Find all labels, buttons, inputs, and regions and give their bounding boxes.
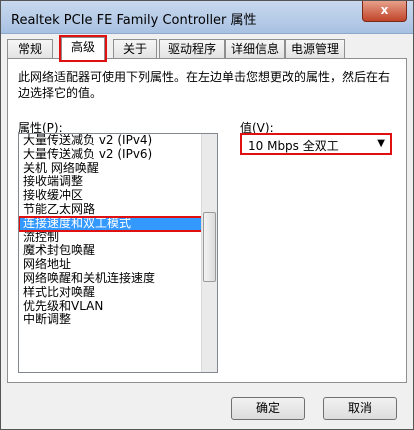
tab-advanced[interactable]: 高级 [59,35,107,62]
value-dropdown-selected: 10 Mbps 全双工 [248,139,339,153]
property-listbox[interactable]: 大量传送减负 v2 (IPv4) 大量传送减负 v2 (IPv6) 关机 网络唤醒接… [18,133,218,373]
property-list-item[interactable]: 接收端调整 [19,175,202,189]
close-button[interactable]: x [362,1,407,22]
cancel-button[interactable]: 取消 [323,397,397,420]
properties-dialog: Realtek PCIe FE Family Controller 属性 x 常… [0,0,414,430]
property-list-item[interactable]: 中断调整 [19,313,202,327]
property-list-item[interactable]: 魔术封包唤醒 [19,244,202,258]
chevron-down-icon[interactable]: ▼ [377,138,385,149]
property-list-item[interactable]: 样式比对唤醒 [19,286,202,300]
tab-power-management[interactable]: 电源管理 [285,39,345,58]
close-icon: x [380,3,389,17]
property-list-item[interactable]: 优先级和VLAN [19,300,202,314]
tab-about[interactable]: 关于 [113,39,157,58]
property-list-item[interactable]: 流控制 [19,231,202,245]
property-list-item[interactable]: 大量传送减负 v2 (IPv6) [19,148,202,162]
window-title: Realtek PCIe FE Family Controller 属性 [11,13,257,28]
title-bar[interactable]: Realtek PCIe FE Family Controller 属性 x [1,1,413,34]
property-list-item[interactable]: 大量传送减负 v2 (IPv4) [19,134,202,148]
tab-general[interactable]: 常规 [7,39,53,58]
property-list-item[interactable]: 网络地址 [19,258,202,272]
property-list-item[interactable]: 节能乙太网路 [19,203,202,217]
list-scrollbar[interactable] [201,134,217,372]
tab-details[interactable]: 详细信息 [225,39,285,58]
ok-button[interactable]: 确定 [231,397,305,420]
property-list-item[interactable]: 网络唤醒和关机连接速度 [19,272,202,286]
description-text: 此网络适配器可使用下列属性。在左边单击您想更改的属性，然后在右边选择它的值。 [18,70,391,100]
scrollbar-thumb[interactable] [203,212,216,282]
property-list: 大量传送减负 v2 (IPv4) 大量传送减负 v2 (IPv6) 关机 网络唤醒接… [19,134,203,327]
property-list-item[interactable]: 接收缓冲区 [19,189,202,203]
value-dropdown[interactable]: 10 Mbps 全双工 ▼ [240,133,392,155]
property-list-item[interactable]: 关机 网络唤醒 [19,162,202,176]
advanced-panel: 此网络适配器可使用下列属性。在左边单击您想更改的属性，然后在右边选择它的值。 属… [7,58,407,383]
tab-driver[interactable]: 驱动程序 [159,39,225,58]
property-list-item[interactable]: 连接速度和双工模式 [19,215,203,232]
